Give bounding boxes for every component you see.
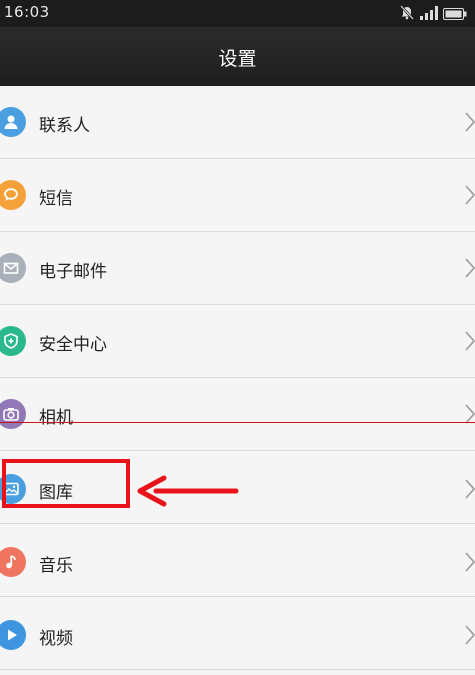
settings-item-sms[interactable]: 短信 — [0, 159, 475, 232]
settings-item-email[interactable]: 电子邮件 — [0, 232, 475, 305]
signal-icon — [420, 5, 438, 24]
chevron-right-icon — [465, 625, 475, 645]
chevron-right-icon — [465, 112, 475, 132]
chevron-right-icon — [465, 258, 475, 278]
settings-item-label: 相机 — [39, 408, 73, 428]
chevron-right-icon — [465, 404, 475, 424]
annotation-strike-line — [0, 422, 475, 423]
battery-icon — [443, 5, 467, 24]
pointer-arrow-icon — [137, 475, 239, 507]
settings-item-video[interactable]: 视频 — [0, 597, 475, 670]
status-time: 16:03 — [4, 3, 50, 21]
status-bar: 16:03 — [0, 0, 475, 27]
settings-item-label: 联系人 — [39, 116, 90, 136]
chevron-right-icon — [465, 185, 475, 205]
message-icon — [0, 180, 26, 210]
settings-item-label: 电子邮件 — [39, 262, 107, 282]
chevron-right-icon — [465, 479, 475, 499]
contacts-icon — [0, 107, 26, 137]
settings-item-camera[interactable]: 相机 — [0, 378, 475, 451]
settings-item-label: 视频 — [39, 629, 73, 649]
settings-item-security[interactable]: 安全中心 — [0, 305, 475, 378]
settings-item-music[interactable]: 音乐 — [0, 524, 475, 597]
settings-item-label: 音乐 — [39, 556, 73, 576]
video-icon — [0, 620, 26, 650]
chevron-right-icon — [465, 331, 475, 351]
page-title: 设置 — [218, 48, 257, 70]
music-icon — [0, 547, 26, 577]
title-bar: 设置 — [0, 27, 475, 86]
mute-icon — [399, 4, 415, 24]
shield-icon — [0, 326, 26, 356]
chevron-right-icon — [465, 552, 475, 572]
email-icon — [0, 253, 26, 283]
settings-item-label: 安全中心 — [39, 335, 107, 355]
settings-item-contacts[interactable]: 联系人 — [0, 86, 475, 159]
settings-list: 联系人 短信 电子邮件 安全中心 相机 图库 音乐 视频 — [0, 86, 475, 675]
highlight-box — [2, 459, 130, 508]
camera-icon — [0, 399, 26, 429]
settings-item-label: 短信 — [39, 189, 73, 209]
